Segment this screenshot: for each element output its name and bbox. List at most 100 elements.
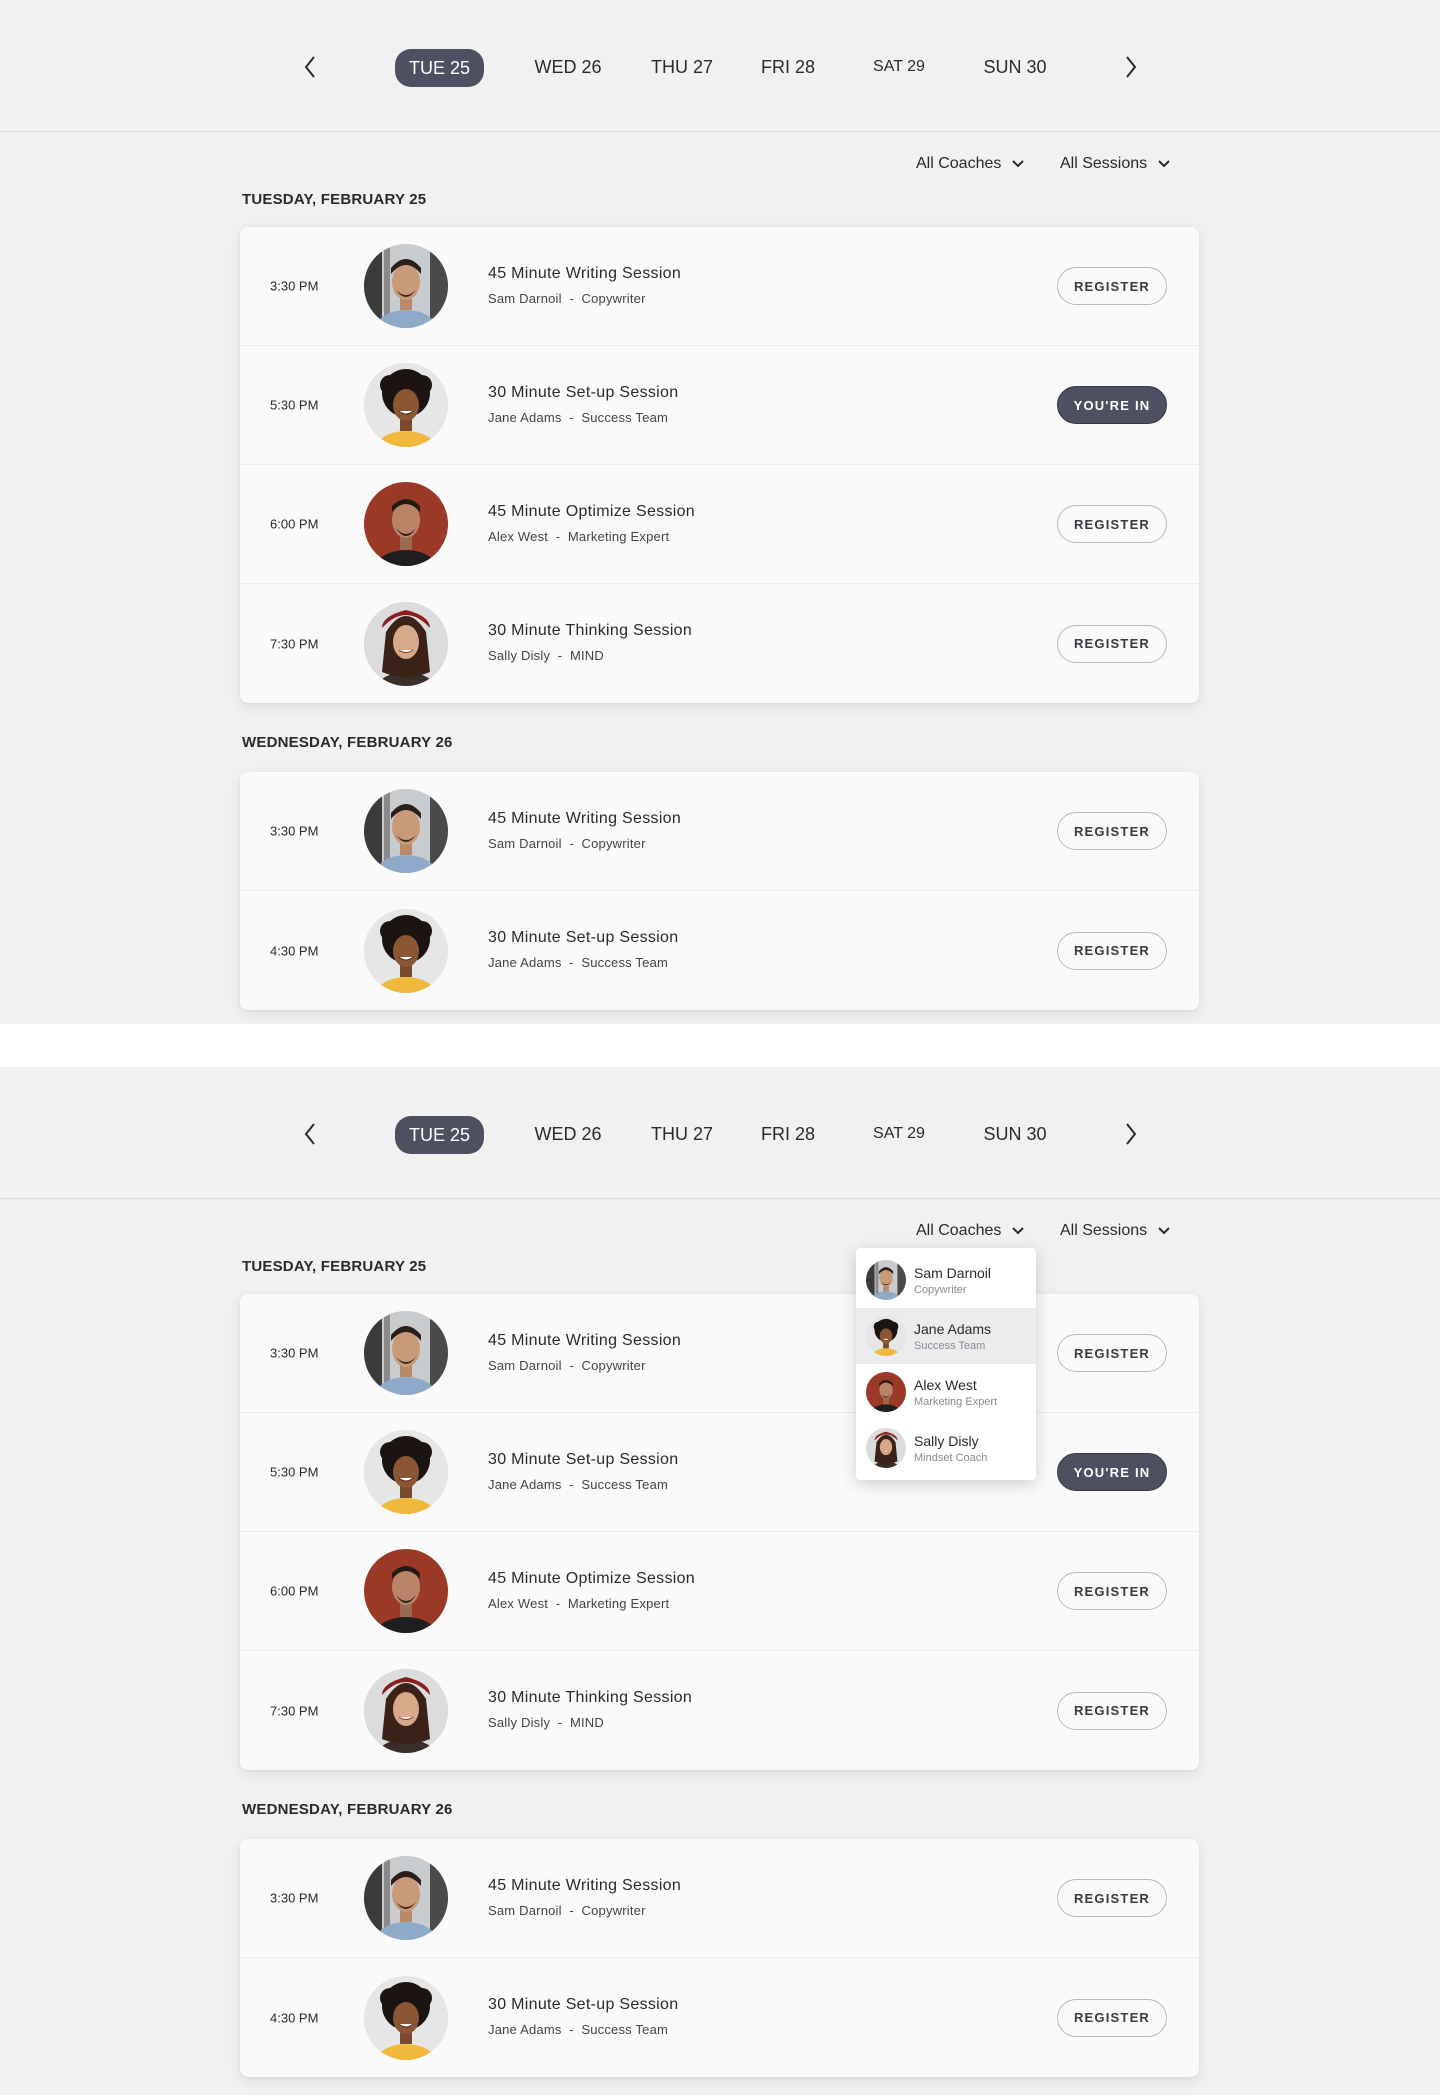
panel-separator (0, 1024, 1440, 1067)
session-title: 30 Minute Thinking Session (488, 1689, 693, 1706)
session-time: 7:30 PM (270, 636, 319, 651)
register-button[interactable]: REGISTER (1057, 624, 1167, 663)
coach-dropdown-menu: Sam Darnoil Copywriter Jane Adams Succes… (856, 1248, 1036, 1480)
meta-separator: - (557, 1715, 563, 1730)
youre-in-button[interactable]: YOU'RE IN (1057, 1453, 1167, 1491)
session-filter-label: All Sessions (1060, 1222, 1148, 1239)
coach-option[interactable]: Jane Adams Success Team (856, 1308, 1036, 1364)
day-tab[interactable]: THU 27 (650, 1119, 714, 1149)
session-time: 3:30 PM (270, 823, 319, 839)
session-row: 5:30 PM 30 Minute Set-up Session Jane Ad… (240, 1413, 1199, 1532)
coach-name: Sally Disly (488, 1715, 551, 1730)
chevron-right-icon (1126, 56, 1137, 78)
coach-role: MIND (569, 648, 604, 663)
register-button[interactable]: REGISTER (1057, 1572, 1167, 1610)
day-tab[interactable]: SUN 30 (982, 1119, 1048, 1149)
coach-option-name: Sally Disly (914, 1433, 979, 1449)
session-title: 45 Minute Writing Session (488, 265, 682, 282)
coach-avatar (364, 1549, 448, 1633)
session-time: 4:30 PM (270, 943, 319, 958)
session-row: 3:30 PM 45 Minute Writing Session Sam Da… (240, 227, 1199, 346)
session-time: 3:30 PM (270, 1890, 319, 1906)
register-button[interactable]: REGISTER (1057, 812, 1167, 850)
meta-separator: - (569, 1477, 574, 1492)
coach-avatar (364, 244, 448, 328)
chevron-down-icon (1158, 160, 1170, 168)
coach-role: Success Team (581, 2022, 669, 2037)
day-heading: WEDNESDAY, FEBRUARY 26 (242, 734, 453, 751)
coach-avatar (866, 1316, 906, 1356)
coach-avatar (364, 601, 448, 686)
chevron-down-icon (1012, 160, 1025, 168)
day-tab[interactable]: WED 26 (534, 1119, 601, 1149)
day-tab[interactable]: FRI 28 (760, 52, 816, 82)
register-button[interactable]: REGISTER (1057, 505, 1167, 543)
coach-option-role: Marketing Expert (914, 1396, 998, 1408)
coach-name: Sam Darnoil (488, 1358, 562, 1373)
coach-option[interactable]: Sam Darnoil Copywriter (856, 1252, 1036, 1308)
meta-separator: - (555, 529, 561, 544)
coach-avatar (866, 1428, 906, 1468)
session-time: 4:30 PM (270, 2010, 319, 2025)
coach-option-role: Success Team (914, 1340, 986, 1352)
session-filter[interactable]: All Sessions (1060, 152, 1171, 176)
coach-filter[interactable]: All Coaches (916, 1219, 1025, 1243)
coach-avatar (364, 1430, 448, 1514)
coach-avatar (364, 908, 448, 993)
day-tab[interactable]: SAT 29 (870, 1119, 928, 1149)
session-list: 3:30 PM 45 Minute Writing Session Sam Da… (240, 1839, 1199, 2077)
meta-separator: - (569, 955, 574, 970)
register-button[interactable]: REGISTER (1057, 1691, 1167, 1730)
coach-option[interactable]: Sally Disly Mindset Coach (856, 1420, 1036, 1476)
day-tab[interactable]: WED 26 (534, 52, 601, 82)
coach-option[interactable]: Alex West Marketing Expert (856, 1364, 1036, 1420)
session-title: 30 Minute Set-up Session (488, 1451, 679, 1468)
session-time: 6:00 PM (270, 1583, 319, 1599)
prev-week-button[interactable] (300, 1117, 320, 1151)
session-row: 3:30 PM 45 Minute Writing Session Sam Da… (240, 772, 1199, 891)
coach-role: MIND (569, 1715, 604, 1730)
coach-role: Copywriter (581, 1358, 646, 1373)
session-meta: Sally Disly - MIND (488, 648, 604, 663)
day-tab[interactable]: SUN 30 (982, 52, 1048, 82)
chevron-right-icon (1126, 1123, 1137, 1145)
register-button[interactable]: REGISTER (1057, 1334, 1167, 1372)
coach-option-name: Sam Darnoil (914, 1265, 992, 1281)
day-tab[interactable]: FRI 28 (760, 1119, 816, 1149)
session-title: 45 Minute Writing Session (488, 1332, 682, 1349)
meta-separator: - (569, 410, 574, 425)
next-week-button[interactable] (1121, 50, 1141, 84)
session-title: 30 Minute Set-up Session (488, 929, 679, 946)
session-time: 5:30 PM (270, 397, 319, 413)
session-row: 6:00 PM 45 Minute Optimize Session Alex … (240, 465, 1199, 584)
session-filter[interactable]: All Sessions (1060, 1219, 1171, 1243)
register-button[interactable]: REGISTER (1057, 1879, 1167, 1917)
next-week-button[interactable] (1121, 1117, 1141, 1151)
day-tab[interactable]: SAT 29 (870, 52, 928, 82)
register-button[interactable]: REGISTER (1057, 931, 1167, 970)
session-meta: Sam Darnoil - Copywriter (488, 291, 646, 306)
register-button[interactable]: REGISTER (1057, 267, 1167, 305)
meta-separator: - (569, 1358, 574, 1373)
session-meta: Sam Darnoil - Copywriter (488, 1358, 646, 1373)
youre-in-button[interactable]: YOU'RE IN (1057, 386, 1167, 424)
register-button[interactable]: REGISTER (1057, 1998, 1167, 2037)
session-row: 4:30 PM 30 Minute Set-up Session Jane Ad… (240, 891, 1199, 1010)
coach-name: Sam Darnoil (488, 836, 562, 851)
day-tab[interactable]: TUE 25 (395, 49, 485, 87)
day-tab[interactable]: TUE 25 (395, 1116, 485, 1154)
coach-name: Sally Disly (488, 648, 551, 663)
prev-week-button[interactable] (300, 50, 320, 84)
coach-role: Copywriter (581, 1903, 646, 1918)
session-time: 7:30 PM (270, 1703, 319, 1718)
coach-avatar (364, 482, 448, 566)
coach-option-role: Copywriter (914, 1284, 967, 1296)
day-tab[interactable]: THU 27 (650, 52, 714, 82)
coach-filter-label: All Coaches (916, 1222, 1002, 1239)
coach-filter[interactable]: All Coaches (916, 152, 1025, 176)
coach-avatar (364, 363, 448, 447)
coach-option-name: Jane Adams (914, 1321, 992, 1337)
coach-avatar (866, 1372, 906, 1412)
coach-role: Success Team (581, 955, 669, 970)
session-row: 7:30 PM 30 Minute Thinking Session Sally… (240, 584, 1199, 703)
